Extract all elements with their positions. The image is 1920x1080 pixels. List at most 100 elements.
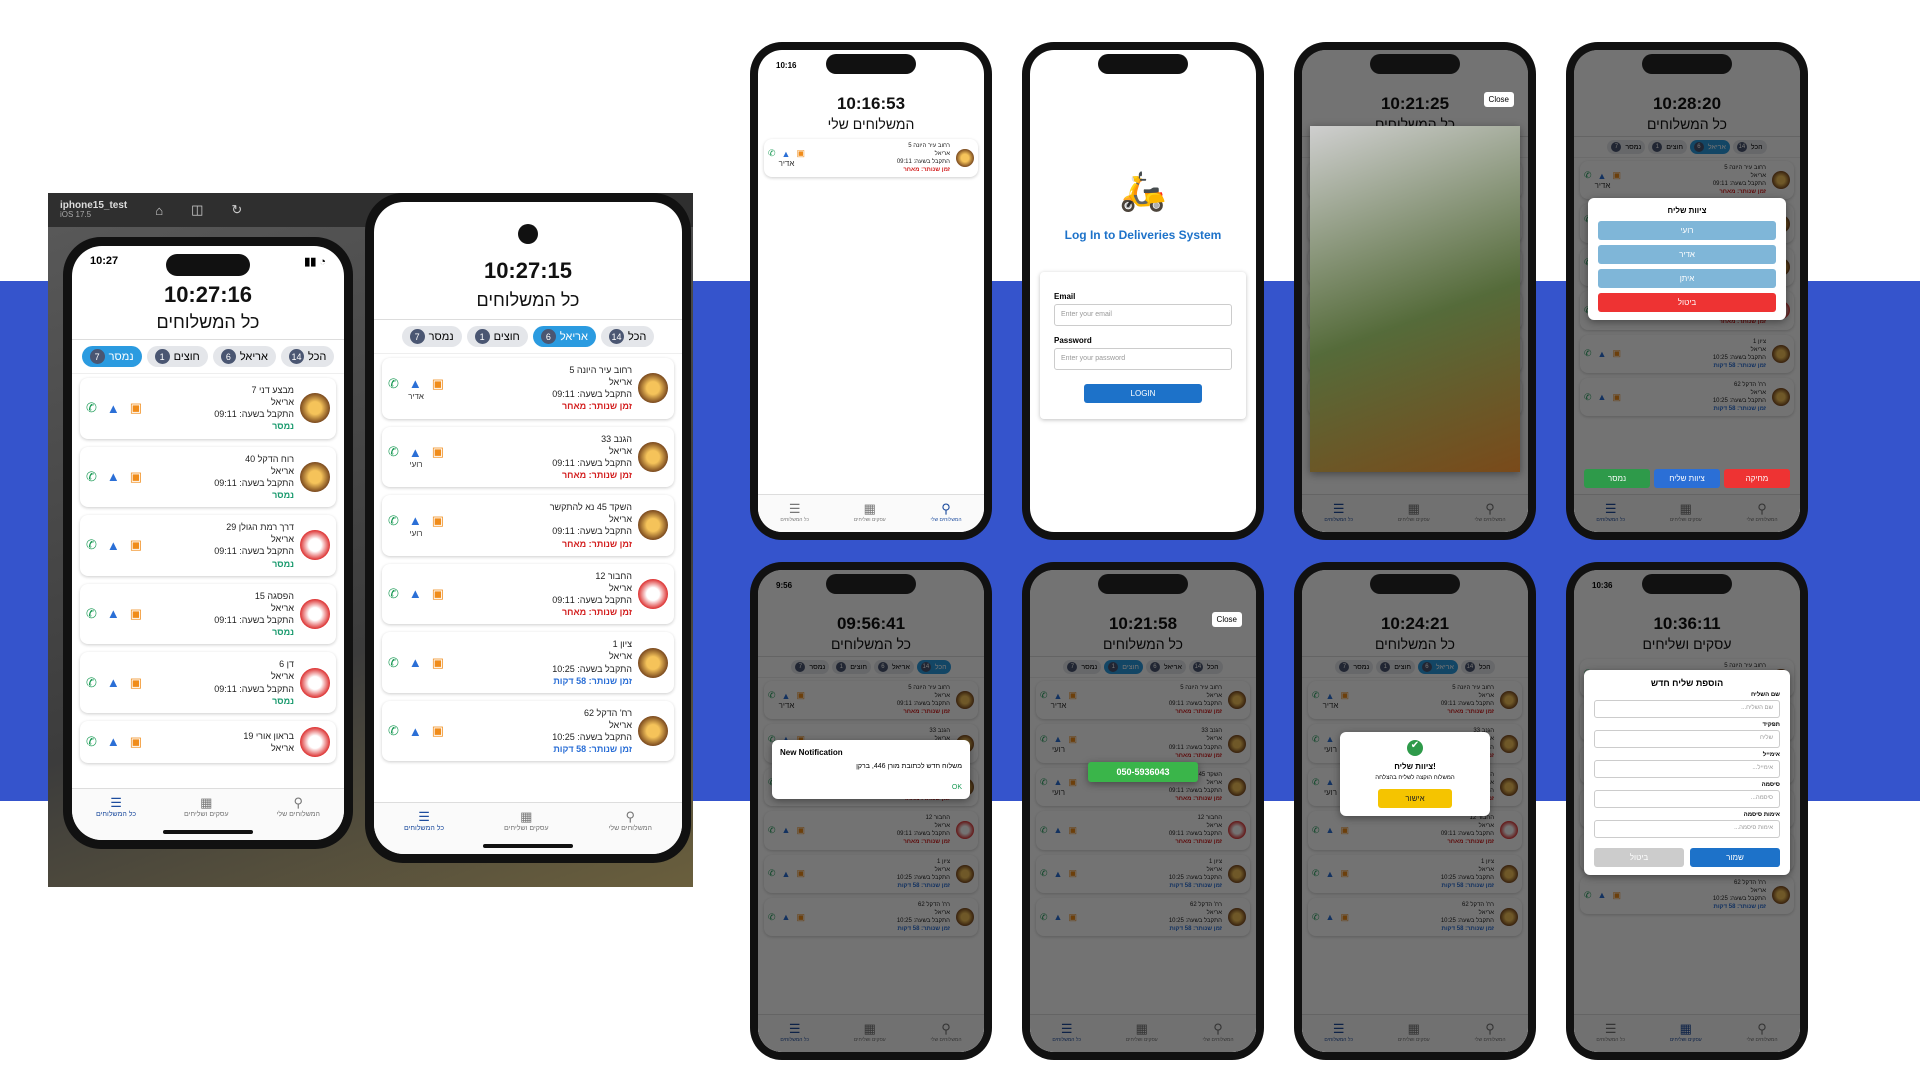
nav-item-0[interactable]: ☰כל המשלוחים <box>404 809 444 832</box>
nav-item-1[interactable]: ▦עסקים ושליחים <box>854 501 886 523</box>
delivery-card[interactable]: הפסגה 15 אריאל התקבל בשעה: 09:11 נמסר ✆ ▲ ▣ <box>80 583 336 645</box>
close-button[interactable]: Close <box>1211 612 1242 627</box>
tab-2[interactable]: חוצים1 <box>466 326 528 347</box>
delivery-card[interactable]: מבצע דני 7 אריאל התקבל בשעה: 09:11 נמסר ✆ ▲ ▣ <box>80 378 336 439</box>
image-icon[interactable]: ▣ <box>130 606 142 622</box>
courier-name: רועי <box>409 528 423 538</box>
delivery-card[interactable]: דרך רמת הגולן 29 אריאל התקבל בשעה: 09:11 נמ… <box>80 515 336 576</box>
phone-icon[interactable]: ✆ <box>388 444 399 460</box>
delivery-card[interactable]: ציון 1אריאלהתקבל בשעה: 10:25זמן שנותר: 5… <box>382 632 674 693</box>
delivery-card[interactable]: החבור 12אריאלהתקבל בשעה: 09:11 זמן שנותר:… <box>382 563 674 625</box>
nav-item-2[interactable]: ⚲המשלוחים שלי <box>931 501 962 523</box>
courier-option-2[interactable]: איתן <box>1598 269 1776 288</box>
image-icon[interactable]: ▣ <box>130 537 142 553</box>
phone-icon[interactable]: ✆ <box>86 734 97 750</box>
navigate-icon[interactable]: ▲ <box>409 376 422 391</box>
close-button[interactable]: Close <box>1483 92 1514 107</box>
confirm-button[interactable]: אישור <box>1378 789 1452 808</box>
tab-1[interactable]: אריאל6 <box>212 346 276 367</box>
image-icon[interactable]: ▣ <box>432 513 444 529</box>
bottom-action-2[interactable]: מחיקה <box>1724 469 1790 488</box>
delivery-card[interactable]: רח' הדקל 62אריאל התקבל בשעה: 10:25זמן שנו… <box>382 700 674 762</box>
phone-icon[interactable]: ✆ <box>86 400 97 416</box>
cancel-button[interactable]: ביטול <box>1594 848 1684 867</box>
save-button[interactable]: שמור <box>1690 848 1780 867</box>
form-field[interactable]: שליח <box>1594 730 1780 748</box>
image-icon[interactable]: ▣ <box>432 586 444 602</box>
phone-icon[interactable]: ✆ <box>768 148 776 159</box>
phone-icon[interactable]: ✆ <box>388 655 399 671</box>
notch <box>1370 574 1460 594</box>
image-icon[interactable]: ▣ <box>130 469 142 485</box>
nav-item-2[interactable]: ⚲המשלוחים שלי <box>277 795 320 818</box>
navigate-icon[interactable]: ▲ <box>409 655 422 670</box>
phone-icon[interactable]: ✆ <box>86 675 97 691</box>
image-icon[interactable]: ▣ <box>130 675 142 691</box>
nav-item-0[interactable]: ☰כל המשלוחים <box>96 795 136 818</box>
bottom-action-1[interactable]: ציוות שליח <box>1654 469 1720 488</box>
navigate-icon[interactable]: ▲ <box>409 586 422 601</box>
navigate-icon[interactable]: ▲ <box>409 724 422 739</box>
navigate-icon[interactable]: ▲ <box>107 734 120 749</box>
form-field[interactable]: אימות סיסמה... <box>1594 820 1780 838</box>
navigate-icon[interactable]: ▲ <box>782 149 791 159</box>
navigate-icon[interactable]: ▲ <box>107 675 120 690</box>
image-icon[interactable]: ▣ <box>432 376 444 392</box>
clock: 10:16:53 <box>836 94 906 113</box>
image-icon[interactable]: ▣ <box>432 723 444 739</box>
business-name: אריאל <box>270 397 294 408</box>
image-icon[interactable]: ▣ <box>130 400 142 416</box>
nav-item-1[interactable]: ▦עסקים ושליחים <box>184 795 229 818</box>
form-field[interactable]: אימייל... <box>1594 760 1780 778</box>
courier-option-1[interactable]: אדיר <box>1598 245 1776 264</box>
delivery-card[interactable]: רחוב עיר היונה 5 אריאלהתקבל בשעה: 09:11זמ… <box>382 358 674 419</box>
phone-number-button[interactable]: 050-5936043 <box>1088 762 1198 782</box>
phone-icon[interactable]: ✆ <box>388 586 399 602</box>
form-field[interactable]: סיסמה... <box>1594 790 1780 808</box>
phone-icon[interactable]: ✆ <box>86 537 97 553</box>
image-icon[interactable]: ▣ <box>432 655 444 671</box>
image-icon[interactable]: ▣ <box>796 148 805 159</box>
tab-0[interactable]: הכל14 <box>280 346 335 367</box>
home-icon[interactable]: ⌂ <box>155 203 163 218</box>
phone-icon[interactable]: ✆ <box>86 606 97 622</box>
phone-icon[interactable]: ✆ <box>388 723 399 739</box>
bottom-action-0[interactable]: נמסר <box>1584 469 1650 488</box>
ok-button[interactable]: OK <box>780 784 962 791</box>
delivery-card[interactable]: הגנב 33אריאלהתקבל בשעה: 09:11זמן שנותר: … <box>382 426 674 488</box>
rotate-icon[interactable]: ↻ <box>231 202 242 218</box>
navigate-icon[interactable]: ▲ <box>409 445 422 460</box>
navigate-icon[interactable]: ▲ <box>409 513 422 528</box>
email-field[interactable]: Enter your email <box>1054 304 1232 326</box>
delivery-card[interactable]: השקד 45 נא להתקשראריאלהתקבל בשעה: 09:11ז… <box>382 495 674 556</box>
tab-3[interactable]: נמסר7 <box>81 346 142 367</box>
delivery-card[interactable]: בראון אורי 19 אריאל ✆ ▲ ▣ <box>80 720 336 763</box>
cancel-button[interactable]: ביטול <box>1598 293 1776 312</box>
tab-3[interactable]: נמסר7 <box>401 326 462 347</box>
navigate-icon[interactable]: ▲ <box>107 538 120 553</box>
tab-0[interactable]: הכל14 <box>600 326 655 347</box>
delivery-card[interactable]: דן 6 אריאל התקבל בשעה: 09:11 נמסר ✆ ▲ ▣ <box>80 652 336 713</box>
delivery-card[interactable]: רחוב עיר היונה 5 אריאלהתקבל בשעה: 09:11זמ… <box>764 139 978 178</box>
phone-icon[interactable]: ✆ <box>388 376 399 392</box>
tab-1[interactable]: אריאל6 <box>532 326 596 347</box>
received-time: התקבל בשעה: 09:11 <box>214 546 294 557</box>
login-button[interactable]: LOGIN <box>1084 384 1202 403</box>
navigate-icon[interactable]: ▲ <box>107 469 120 484</box>
courier-option-0[interactable]: רועי <box>1598 221 1776 240</box>
tab-2[interactable]: חוצים1 <box>146 346 208 367</box>
navigate-icon[interactable]: ▲ <box>107 606 120 621</box>
form-field[interactable]: שם השליח... <box>1594 700 1780 718</box>
screenshot-icon[interactable]: ◫ <box>191 202 203 218</box>
received-time: התקבל בשעה: 09:11 <box>552 526 632 537</box>
nav-item-2[interactable]: ⚲המשלוחים שלי <box>609 809 652 832</box>
nav-item-1[interactable]: ▦עסקים ושליחים <box>504 809 549 832</box>
password-field[interactable]: Enter your password <box>1054 348 1232 370</box>
navigate-icon[interactable]: ▲ <box>107 401 120 416</box>
phone-icon[interactable]: ✆ <box>388 513 399 529</box>
nav-item-0[interactable]: ☰כל המשלוחים <box>780 501 809 523</box>
delivery-card[interactable]: רוח הדקל 40 אריאל התקבל בשעה: 09:11 נמסר ✆ ▲ ▣ <box>80 446 336 508</box>
image-icon[interactable]: ▣ <box>432 444 444 460</box>
image-icon[interactable]: ▣ <box>130 734 142 750</box>
phone-icon[interactable]: ✆ <box>86 469 97 485</box>
